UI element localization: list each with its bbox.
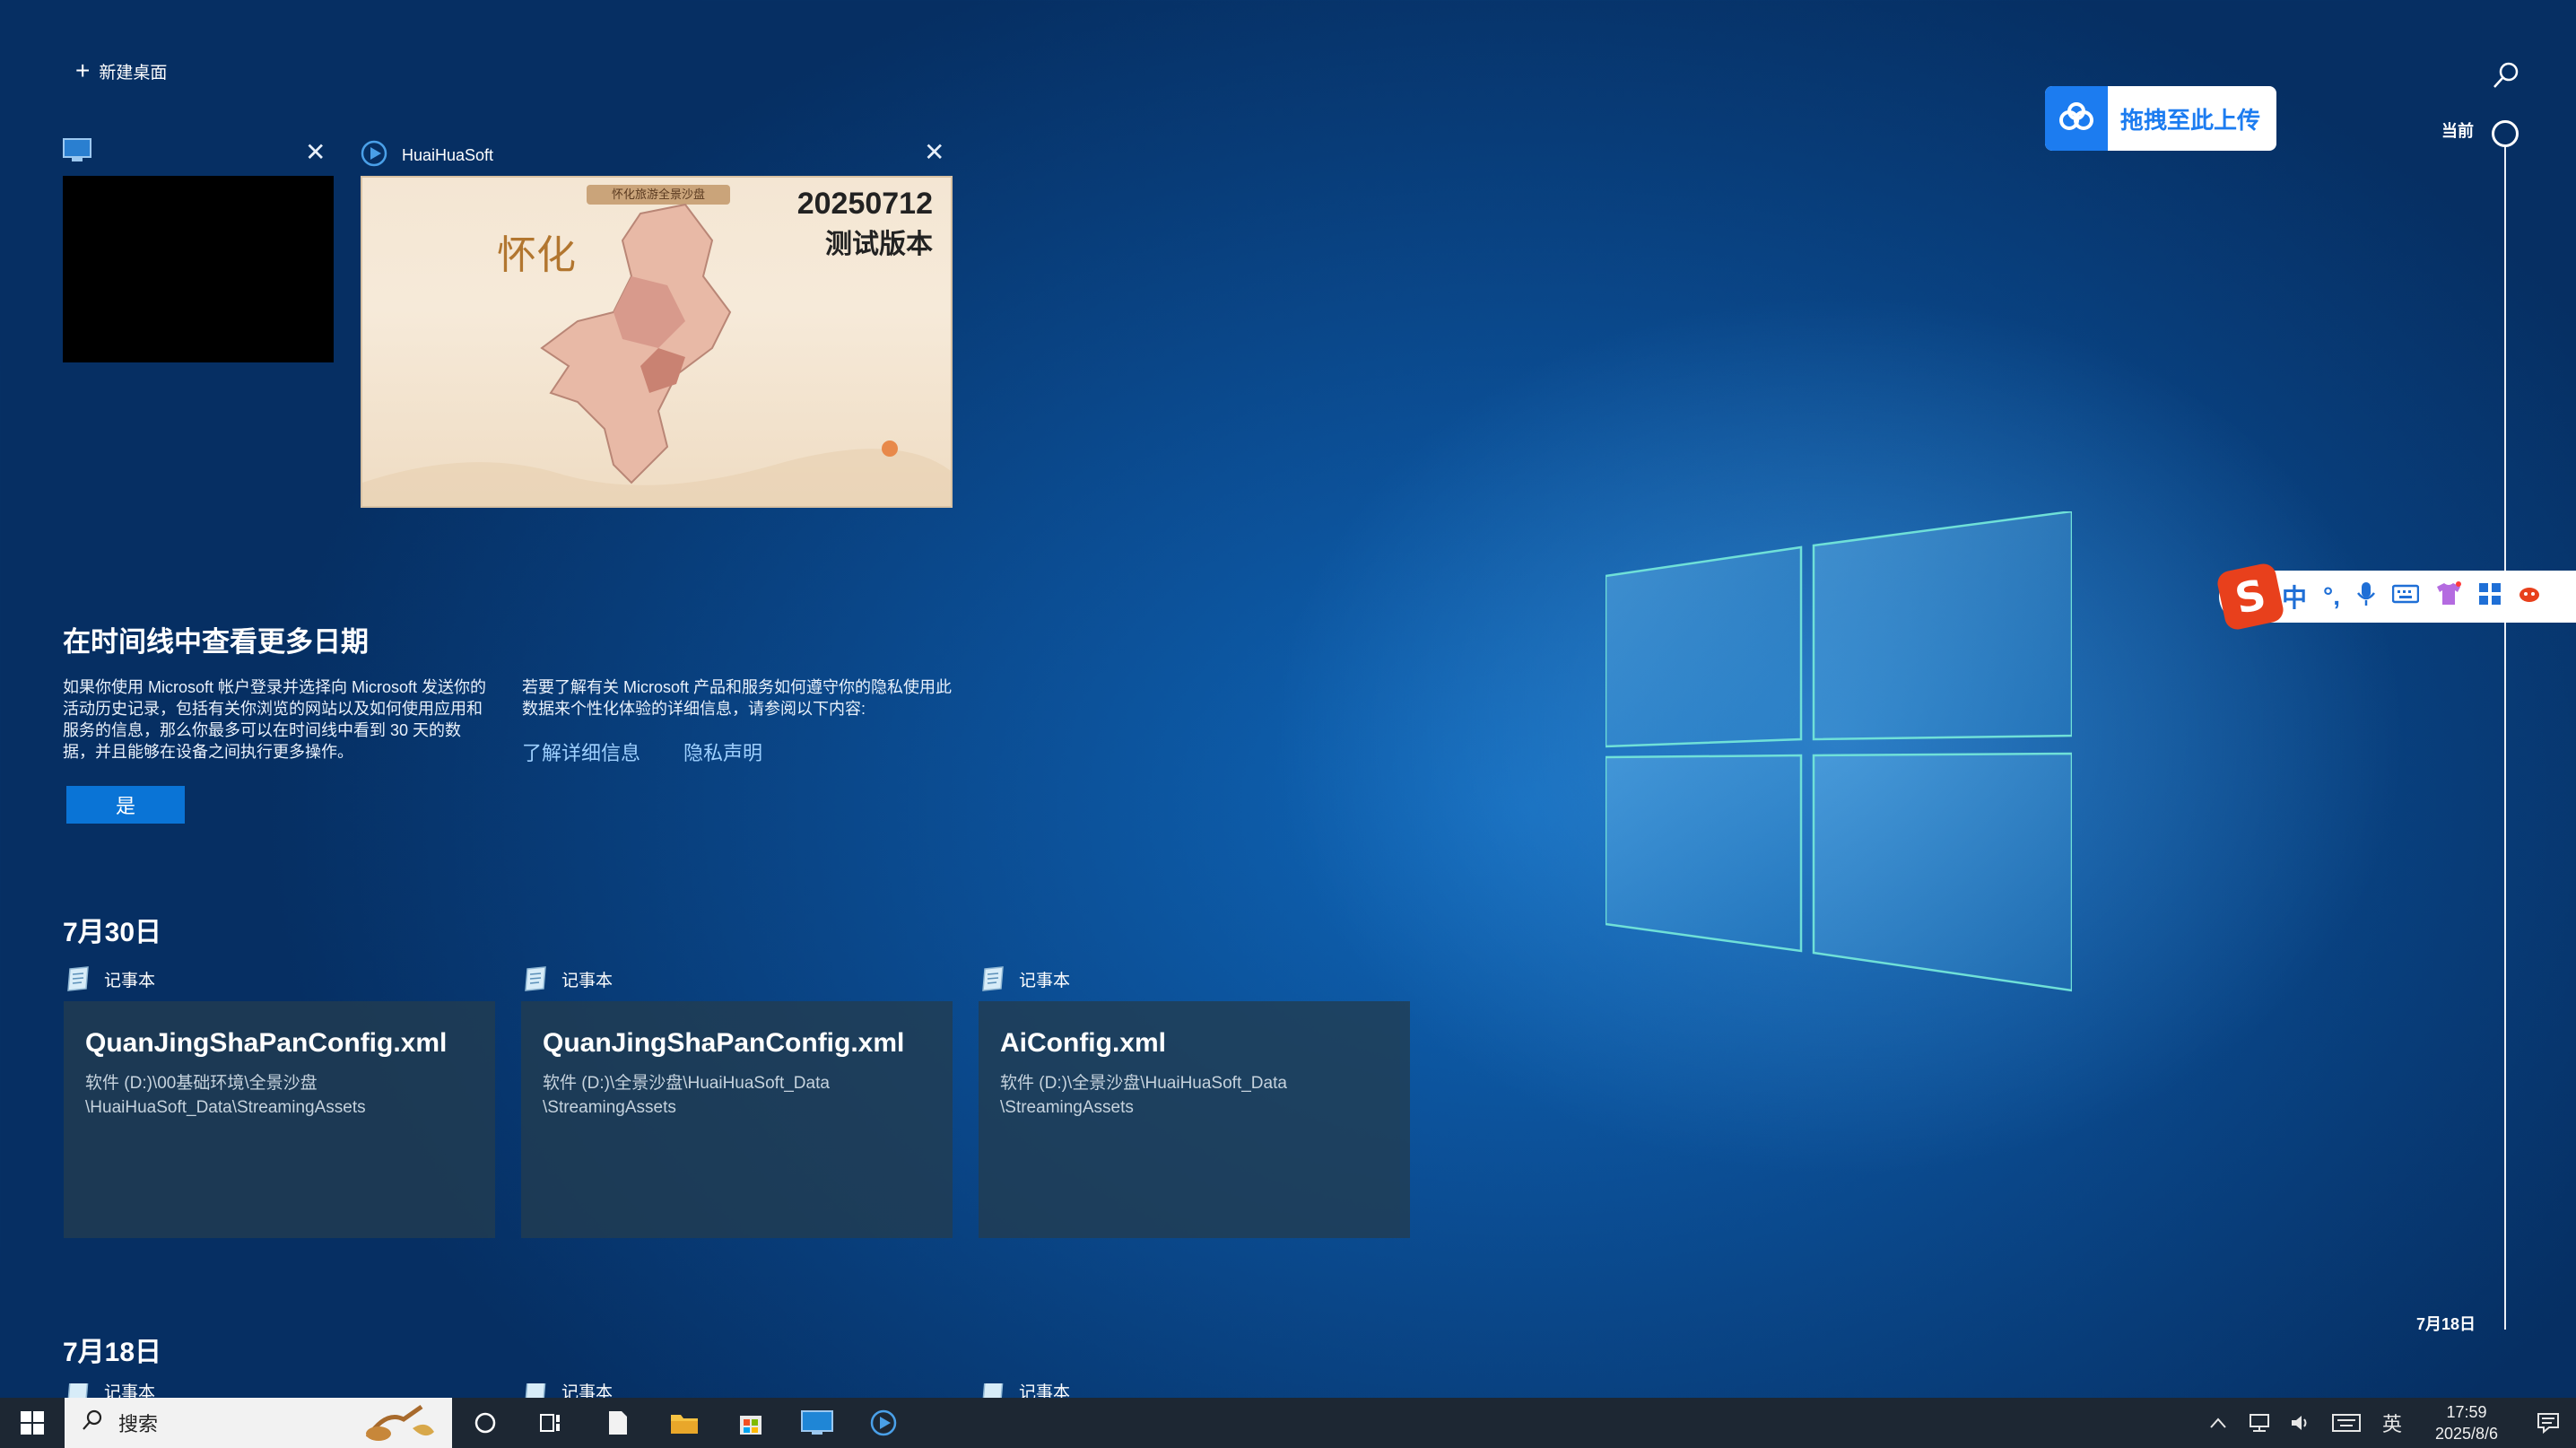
taskbar-search-box[interactable]: 搜索 [65, 1398, 452, 1448]
preview-map [362, 203, 951, 506]
yes-button[interactable]: 是 [66, 786, 185, 824]
activity-app-label: 记事本 [65, 1383, 155, 1398]
ime-punctuation[interactable]: °, [2323, 582, 2340, 611]
activity-app-label: 记事本 [522, 1383, 613, 1398]
toolbox-grid-icon[interactable] [2478, 582, 2502, 612]
chevron-up-icon[interactable] [2197, 1398, 2239, 1448]
search-highlight-icon [359, 1401, 439, 1448]
store-icon[interactable] [718, 1398, 784, 1448]
activity-app-label: 记事本 [522, 965, 613, 992]
date-heading-jul30: 7月30日 [63, 918, 162, 947]
activity-app-label: 记事本 [979, 1383, 1070, 1398]
clock-date: 2025/8/6 [2434, 1425, 2499, 1443]
ime-toolbar[interactable]: S 中 °, [2215, 561, 2576, 632]
activity-card-path: 软件 (D:)\全景沙盘\HuaiHuaSoft_Data \StreamingA… [1000, 1074, 1287, 1117]
cortana-icon[interactable] [452, 1398, 518, 1448]
learn-more-link[interactable]: 了解详细信息 [522, 737, 640, 766]
baidu-upload-widget[interactable]: 拖拽至此上传 [2045, 86, 2276, 151]
activity-card[interactable]: AiConfig.xml 软件 (D:)\全景沙盘\HuaiHuaSoft_Da… [979, 1001, 1410, 1238]
sogou-extra-icon[interactable] [2518, 582, 2541, 612]
notepad-icon [65, 965, 91, 992]
skin-shirt-icon[interactable] [2435, 580, 2462, 613]
activity-card[interactable]: QuanJingShaPanConfig.xml 软件 (D:)\00基础环境\… [64, 1001, 495, 1238]
task-view-icon[interactable] [518, 1398, 585, 1448]
cloud-upload-icon [2045, 86, 2108, 151]
activity-card-title: QuanJingShaPanConfig.xml [543, 1028, 905, 1058]
activity-app-label: 记事本 [65, 965, 155, 992]
date-heading-jul18: 7月18日 [63, 1338, 162, 1367]
window-app-icon [63, 138, 91, 163]
keyboard-icon[interactable] [2391, 582, 2420, 611]
close-window-1-button[interactable]: ✕ [305, 140, 326, 165]
notepad-icon [522, 965, 549, 992]
new-desktop-button[interactable]: + 新建桌面 [75, 57, 167, 84]
timeline-info-title: 在时间线中查看更多日期 [63, 626, 369, 658]
window-2-thumbnail[interactable]: 怀化旅游全景沙盘 怀化 20250712 测试版本 [361, 176, 953, 508]
activity-card-title: QuanJingShaPanConfig.xml [85, 1028, 448, 1058]
timeline-current-label: 当前 [2441, 122, 2474, 140]
notepad-icon [522, 1383, 549, 1398]
microphone-icon[interactable] [2356, 580, 2376, 614]
touch-keyboard-icon[interactable] [2321, 1398, 2371, 1448]
timeline-search-icon[interactable] [2490, 59, 2522, 92]
file-explorer-icon[interactable] [651, 1398, 718, 1448]
monitor-app-icon[interactable] [784, 1398, 850, 1448]
taskbar: 搜索 英 17:59 2025/8/6 [0, 1398, 2576, 1448]
notification-center-icon[interactable] [2520, 1398, 2576, 1448]
activity-card-path: 软件 (D:)\00基础环境\全景沙盘 \HuaiHuaSoft_Data\Str… [85, 1074, 366, 1117]
sogou-logo-icon[interactable]: S [2215, 561, 2286, 632]
activity-card-path: 软件 (D:)\全景沙盘\HuaiHuaSoft_Data \StreamingA… [543, 1074, 830, 1117]
activity-card[interactable]: QuanJingShaPanConfig.xml 软件 (D:)\全景沙盘\Hu… [521, 1001, 953, 1238]
timeline-scrubber-handle[interactable] [2492, 120, 2519, 147]
baidu-upload-label: 拖拽至此上传 [2120, 106, 2261, 134]
search-icon [81, 1409, 104, 1437]
timeline-date-label[interactable]: 7月18日 [2416, 1312, 2476, 1335]
windows-logo-wallpaper [1604, 510, 2074, 996]
notepad-icon [979, 965, 1006, 992]
search-placeholder: 搜索 [118, 1413, 159, 1435]
clock[interactable]: 17:59 2025/8/6 [2413, 1401, 2520, 1444]
close-window-2-button[interactable]: ✕ [924, 140, 944, 165]
notepad-icon [65, 1383, 91, 1398]
windows-start-icon[interactable] [0, 1398, 65, 1448]
timeline-info-right-text: 若要了解有关 Microsoft 产品和服务如何遵守你的隐私使用此数据来个性化体… [522, 678, 953, 718]
notepad-icon [979, 1383, 1006, 1398]
new-desktop-label: 新建桌面 [99, 63, 168, 83]
privacy-statement-link[interactable]: 隐私声明 [683, 737, 762, 766]
notepad-taskbar-icon[interactable] [585, 1398, 651, 1448]
window-2-header: HuaiHuaSoft [361, 140, 493, 171]
network-icon[interactable] [2239, 1398, 2280, 1448]
huaihuasoft-taskbar-icon[interactable] [850, 1398, 917, 1448]
activity-app-label: 记事本 [979, 965, 1070, 992]
clock-time: 17:59 [2446, 1403, 2487, 1421]
timeline-info-left-text: 如果你使用 Microsoft 帐户登录并选择向 Microsoft 发送你的活… [63, 678, 487, 761]
huaihuasoft-app-icon [361, 140, 387, 171]
volume-icon[interactable] [2280, 1398, 2321, 1448]
input-language-indicator[interactable]: 英 [2371, 1398, 2413, 1448]
window-2-title: HuaiHuaSoft [402, 146, 494, 164]
timeline-scrubber-track[interactable] [2504, 145, 2506, 1330]
window-1-thumbnail[interactable] [63, 176, 334, 362]
plus-icon: + [75, 57, 91, 84]
ime-chinese-mode[interactable]: 中 [2282, 579, 2307, 615]
system-tray: 英 17:59 2025/8/6 [2197, 1398, 2576, 1448]
activity-card-title: AiConfig.xml [1000, 1028, 1166, 1058]
